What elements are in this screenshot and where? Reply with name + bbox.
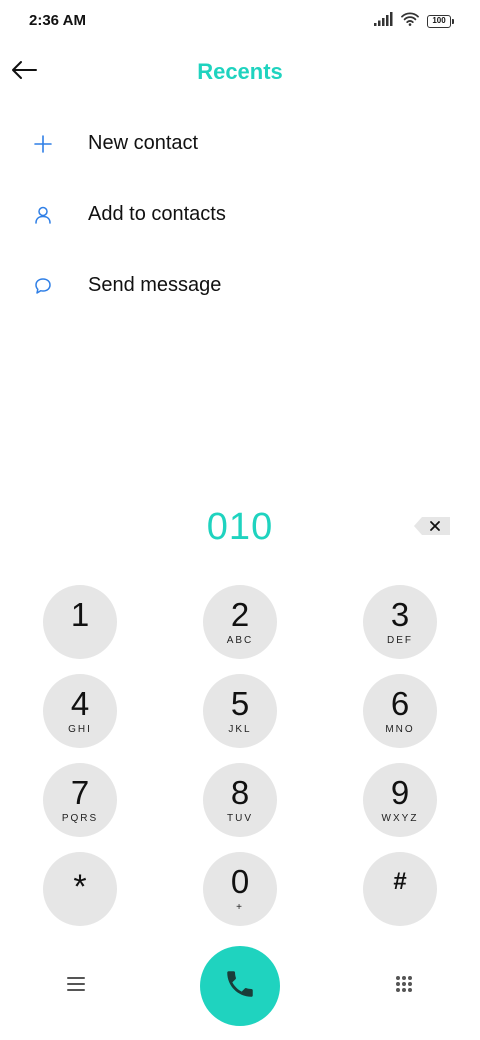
new-contact-action[interactable]: New contact	[0, 108, 480, 179]
key-1[interactable]: 1	[43, 585, 117, 659]
menu-icon	[67, 976, 85, 997]
key-digit: 4	[70, 685, 90, 722]
status-time: 2:36 AM	[29, 12, 86, 29]
key-0[interactable]: 0 +	[203, 852, 277, 926]
menu-button[interactable]	[58, 968, 94, 1004]
dialed-number[interactable]: 010	[0, 506, 480, 549]
key-hash[interactable]: #	[363, 852, 437, 926]
wifi-icon	[401, 12, 419, 31]
header: Recents	[0, 44, 480, 100]
plus-icon	[30, 131, 56, 157]
key-4[interactable]: 4 GHI	[43, 674, 117, 748]
key-letters: GHI	[68, 724, 92, 735]
bottom-bar	[0, 946, 480, 1026]
key-letters: +	[236, 902, 244, 913]
send-message-action[interactable]: Send message	[0, 250, 480, 321]
chat-bubble-icon	[30, 273, 56, 299]
key-2[interactable]: 2 ABC	[203, 585, 277, 659]
key-digit: 2	[230, 596, 250, 633]
backspace-button[interactable]	[412, 514, 452, 538]
action-label: New contact	[88, 132, 199, 154]
key-letters: DEF	[387, 635, 413, 646]
signal-icon	[374, 11, 393, 31]
dialpad-toggle-button[interactable]	[386, 968, 422, 1004]
call-button[interactable]	[200, 946, 280, 1026]
person-icon	[30, 202, 56, 228]
add-to-contacts-action[interactable]: Add to contacts	[0, 179, 480, 250]
key-6[interactable]: 6 MNO	[363, 674, 437, 748]
key-5[interactable]: 5 JKL	[203, 674, 277, 748]
dialpad-icon	[395, 975, 413, 998]
phone-icon	[223, 967, 257, 1006]
key-8[interactable]: 8 TUV	[203, 763, 277, 837]
battery-icon: 100	[427, 14, 454, 28]
key-digit: #	[393, 867, 407, 895]
action-label: Send message	[88, 274, 222, 296]
key-digit: 7	[70, 774, 90, 811]
key-9[interactable]: 9 WXYZ	[363, 763, 437, 837]
action-list: New contact Add to contacts Send message	[0, 108, 480, 321]
key-digit: 3	[390, 596, 410, 633]
status-bar: 2:36 AM 100	[0, 0, 480, 44]
key-digit: *	[73, 867, 87, 906]
key-digit: 1	[70, 596, 90, 633]
key-letters: MNO	[385, 724, 415, 735]
key-letters: TUV	[227, 813, 253, 824]
number-row: 010	[0, 500, 480, 556]
status-icons: 100	[374, 11, 454, 31]
key-digit: 8	[230, 774, 250, 811]
key-digit: 0	[230, 863, 250, 900]
key-letters: PQRS	[61, 813, 99, 824]
action-label: Add to contacts	[88, 203, 226, 225]
dialer-screen: 2:36 AM 100 Recents New contact Add to c…	[0, 0, 480, 1040]
key-letters: ABC	[226, 635, 254, 646]
key-3[interactable]: 3 DEF	[363, 585, 437, 659]
key-digit: 9	[390, 774, 410, 811]
key-digit: 6	[390, 685, 410, 722]
battery-level: 100	[432, 16, 446, 25]
key-letters: JKL	[228, 724, 252, 735]
key-letters: WXYZ	[381, 813, 419, 824]
key-star[interactable]: *	[43, 852, 117, 926]
backspace-icon	[412, 517, 452, 542]
page-title: Recents	[197, 59, 283, 84]
key-digit: 5	[230, 685, 250, 722]
key-7[interactable]: 7 PQRS	[43, 763, 117, 837]
